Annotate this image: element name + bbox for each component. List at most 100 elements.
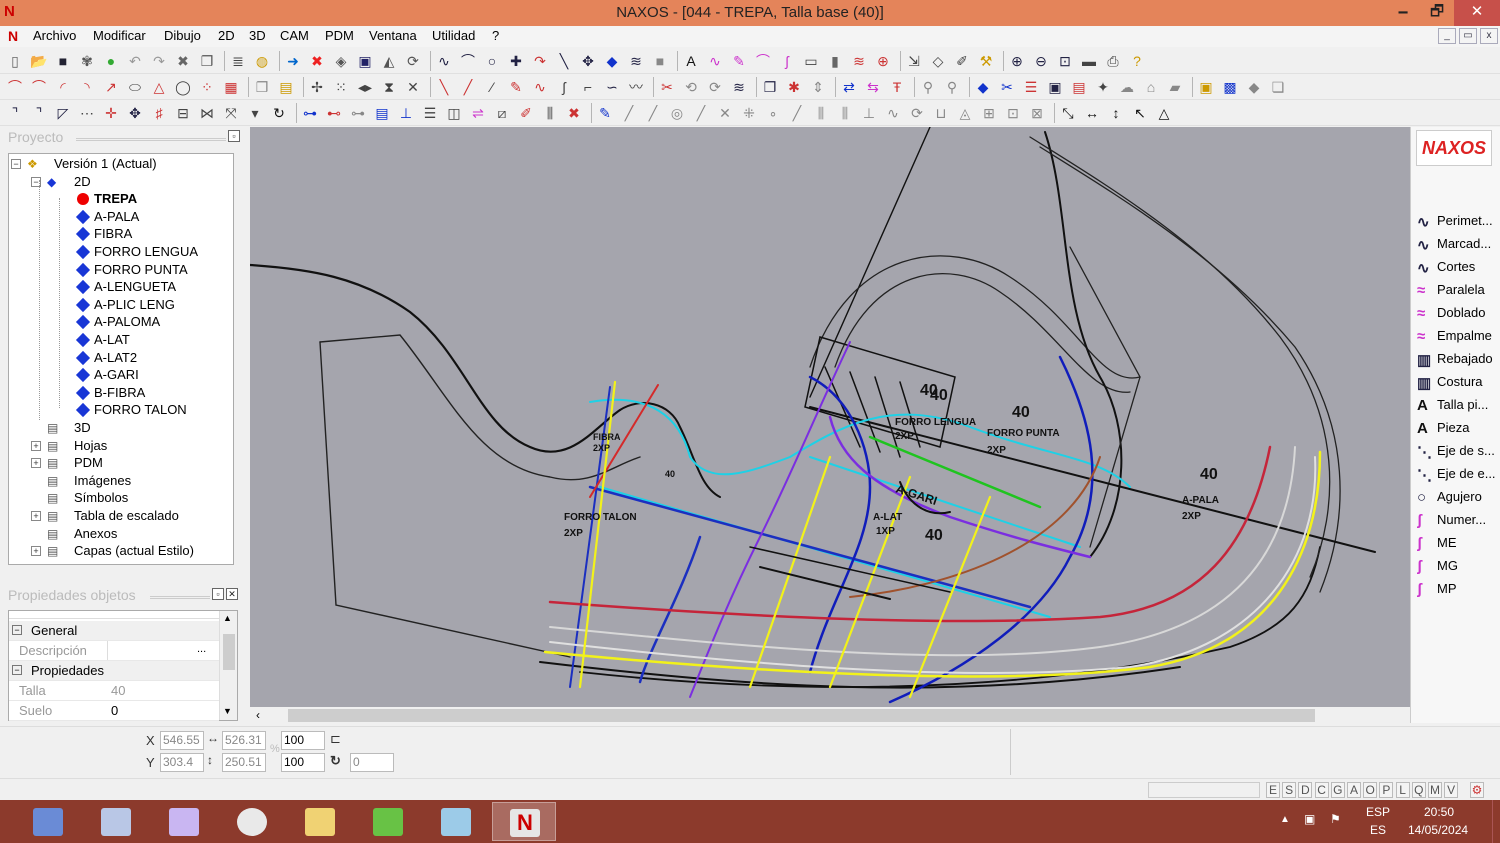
delete-icon[interactable]: ✖	[174, 52, 192, 70]
clock-date[interactable]: 14/05/2024	[1408, 823, 1468, 837]
circle-dot-icon[interactable]: ◎	[668, 104, 686, 122]
new-file-icon[interactable]: ▯	[6, 52, 24, 70]
shape-icon[interactable]: ▰	[1166, 78, 1184, 96]
menu-3d[interactable]: 3D	[249, 28, 266, 43]
tool-costura[interactable]: ▥ Costura	[1417, 372, 1500, 392]
tool-perimet[interactable]: ∿ Perimet...	[1417, 211, 1500, 231]
status-toggle-v[interactable]: V	[1444, 782, 1459, 798]
scale-x-field[interactable]: 100	[281, 731, 325, 750]
rect-icon[interactable]: ▭	[802, 52, 820, 70]
menu-modificar[interactable]: Modificar	[93, 28, 146, 43]
tree-node[interactable]: FORRO LENGUA	[9, 244, 233, 261]
pen-icon[interactable]: ✎	[507, 78, 525, 96]
x-coord-field[interactable]: 546.55	[160, 731, 204, 750]
oval-icon[interactable]: ◯	[174, 78, 192, 96]
tree-node[interactable]: ▤ Símbolos	[9, 490, 233, 507]
tree-node[interactable]: A-GARI	[9, 367, 233, 384]
tree-node[interactable]: − ❖ Versión 1 (Actual)	[9, 156, 233, 173]
tree-expander-icon[interactable]: +	[31, 458, 41, 469]
zoom-in-icon[interactable]: ⊕	[1008, 52, 1026, 70]
paste-icon[interactable]: ▤	[277, 78, 295, 96]
taskbar-app[interactable]	[84, 802, 148, 841]
zigzag-icon[interactable]: ≋	[627, 52, 645, 70]
tree-node[interactable]: A-LAT	[9, 332, 233, 349]
info-icon[interactable]: ●	[102, 52, 120, 70]
slash-box-icon[interactable]: ⧄	[493, 104, 511, 122]
pencils-icon[interactable]: ✐	[953, 52, 971, 70]
taskbar-app[interactable]	[424, 802, 488, 841]
status-toggle-s[interactable]: S	[1282, 782, 1297, 798]
height-field[interactable]: 250.51	[222, 753, 266, 772]
tee-icon[interactable]: ⊥	[860, 104, 878, 122]
tree-node[interactable]: TREPA	[9, 191, 233, 208]
target-icon[interactable]: ⊕	[874, 52, 892, 70]
tree-node[interactable]: A-PALOMA	[9, 314, 233, 331]
tree-node[interactable]: A-PALA	[9, 209, 233, 226]
tool-eje-de-s[interactable]: ⋱ Eje de s...	[1417, 441, 1500, 461]
dash-icon[interactable]: ╱	[788, 104, 806, 122]
flip2-icon[interactable]: ⇆	[864, 78, 882, 96]
wave-icon[interactable]: 〰	[627, 78, 645, 96]
tree-node[interactable]: + ▤ Hojas	[9, 438, 233, 455]
scale-icon[interactable]: ▣	[356, 52, 374, 70]
mdi-close-button[interactable]: x	[1480, 28, 1498, 44]
angle-icon[interactable]: ⌝	[30, 104, 48, 122]
line-icon[interactable]: ╲	[435, 78, 453, 96]
bars-icon[interactable]: ⫼	[541, 104, 559, 122]
show-desktop-button[interactable]	[1492, 800, 1500, 843]
split2-icon[interactable]: ⇌	[469, 104, 487, 122]
maximize-button[interactable]: 🗗	[1420, 0, 1454, 26]
point-icon[interactable]: ◆	[603, 52, 621, 70]
fill-icon[interactable]: ■	[651, 52, 669, 70]
paint-icon[interactable]: ◍	[253, 52, 271, 70]
triangle2-icon[interactable]: △	[1155, 104, 1173, 122]
tool-rebajado[interactable]: ▥ Rebajado	[1417, 349, 1500, 369]
rotate-icon[interactable]: ⟳	[908, 104, 926, 122]
arc-tool-icon[interactable]: ⌒	[6, 78, 24, 96]
copy-icon[interactable]: ❐	[253, 78, 271, 96]
keyboard-layout[interactable]: ES	[1370, 823, 1386, 837]
cancel-icon[interactable]: ✖	[308, 52, 326, 70]
open-icon[interactable]: 📂	[30, 52, 48, 70]
panel-grip[interactable]	[76, 138, 226, 141]
box2-icon[interactable]: ⊡	[1004, 104, 1022, 122]
trim-icon[interactable]: ✂	[658, 78, 676, 96]
hline-icon[interactable]: ☰	[421, 104, 439, 122]
tree-node[interactable]: A-LAT2	[9, 350, 233, 367]
expand-icon[interactable]: ⤡	[1059, 104, 1077, 122]
comb2-icon[interactable]: ⫼	[836, 104, 854, 122]
tree-expander-icon[interactable]: −	[11, 159, 21, 169]
ellipse-icon[interactable]: ⬭	[126, 78, 144, 96]
x-icon[interactable]: ✖	[565, 104, 583, 122]
tree-node[interactable]: A-PLIC LENG	[9, 297, 233, 314]
blob-icon[interactable]: ☁	[1118, 78, 1136, 96]
arc2-icon[interactable]: ⌒	[754, 52, 772, 70]
scale-y-field[interactable]: 100	[281, 753, 325, 772]
status-settings-icon[interactable]: ⚙	[1470, 782, 1484, 798]
undo-icon[interactable]: ↶	[126, 52, 144, 70]
section-propiedades[interactable]: − Propiedades	[9, 661, 219, 681]
save-icon[interactable]: ■	[54, 52, 72, 70]
zig-icon[interactable]: ≋	[850, 52, 868, 70]
tree-node[interactable]: A-LENGUETA	[9, 279, 233, 296]
x2-icon[interactable]: ✕	[716, 104, 734, 122]
spline-icon[interactable]: ∿	[435, 52, 453, 70]
node-icon[interactable]: ✥	[579, 52, 597, 70]
mdi-restore-button[interactable]: ▭	[1459, 28, 1477, 44]
slash-icon[interactable]: ╱	[620, 104, 638, 122]
tree-expander-icon[interactable]: +	[31, 440, 41, 451]
tree-expander-icon[interactable]: +	[31, 546, 41, 557]
line-icon[interactable]: ╱	[459, 78, 477, 96]
tool-icon[interactable]: ⚒	[977, 52, 995, 70]
zoom-icon[interactable]: ⚲	[919, 78, 937, 96]
hash-icon[interactable]: ♯	[150, 104, 168, 122]
minimize-button[interactable]: 🗕	[1386, 0, 1420, 26]
image-icon[interactable]: ▣	[1197, 78, 1215, 96]
tree-node[interactable]: FORRO TALON	[9, 402, 233, 419]
arc-tool-icon[interactable]: ⌒	[30, 78, 48, 96]
status-toggle-q[interactable]: Q	[1411, 782, 1426, 798]
tool-paralela[interactable]: ≈ Paralela	[1417, 280, 1500, 300]
tree-node[interactable]: ▤ Imágenes	[9, 473, 233, 490]
scroll-left-icon[interactable]: ‹	[256, 708, 260, 722]
tool-mp[interactable]: ʃ MP	[1417, 579, 1500, 599]
